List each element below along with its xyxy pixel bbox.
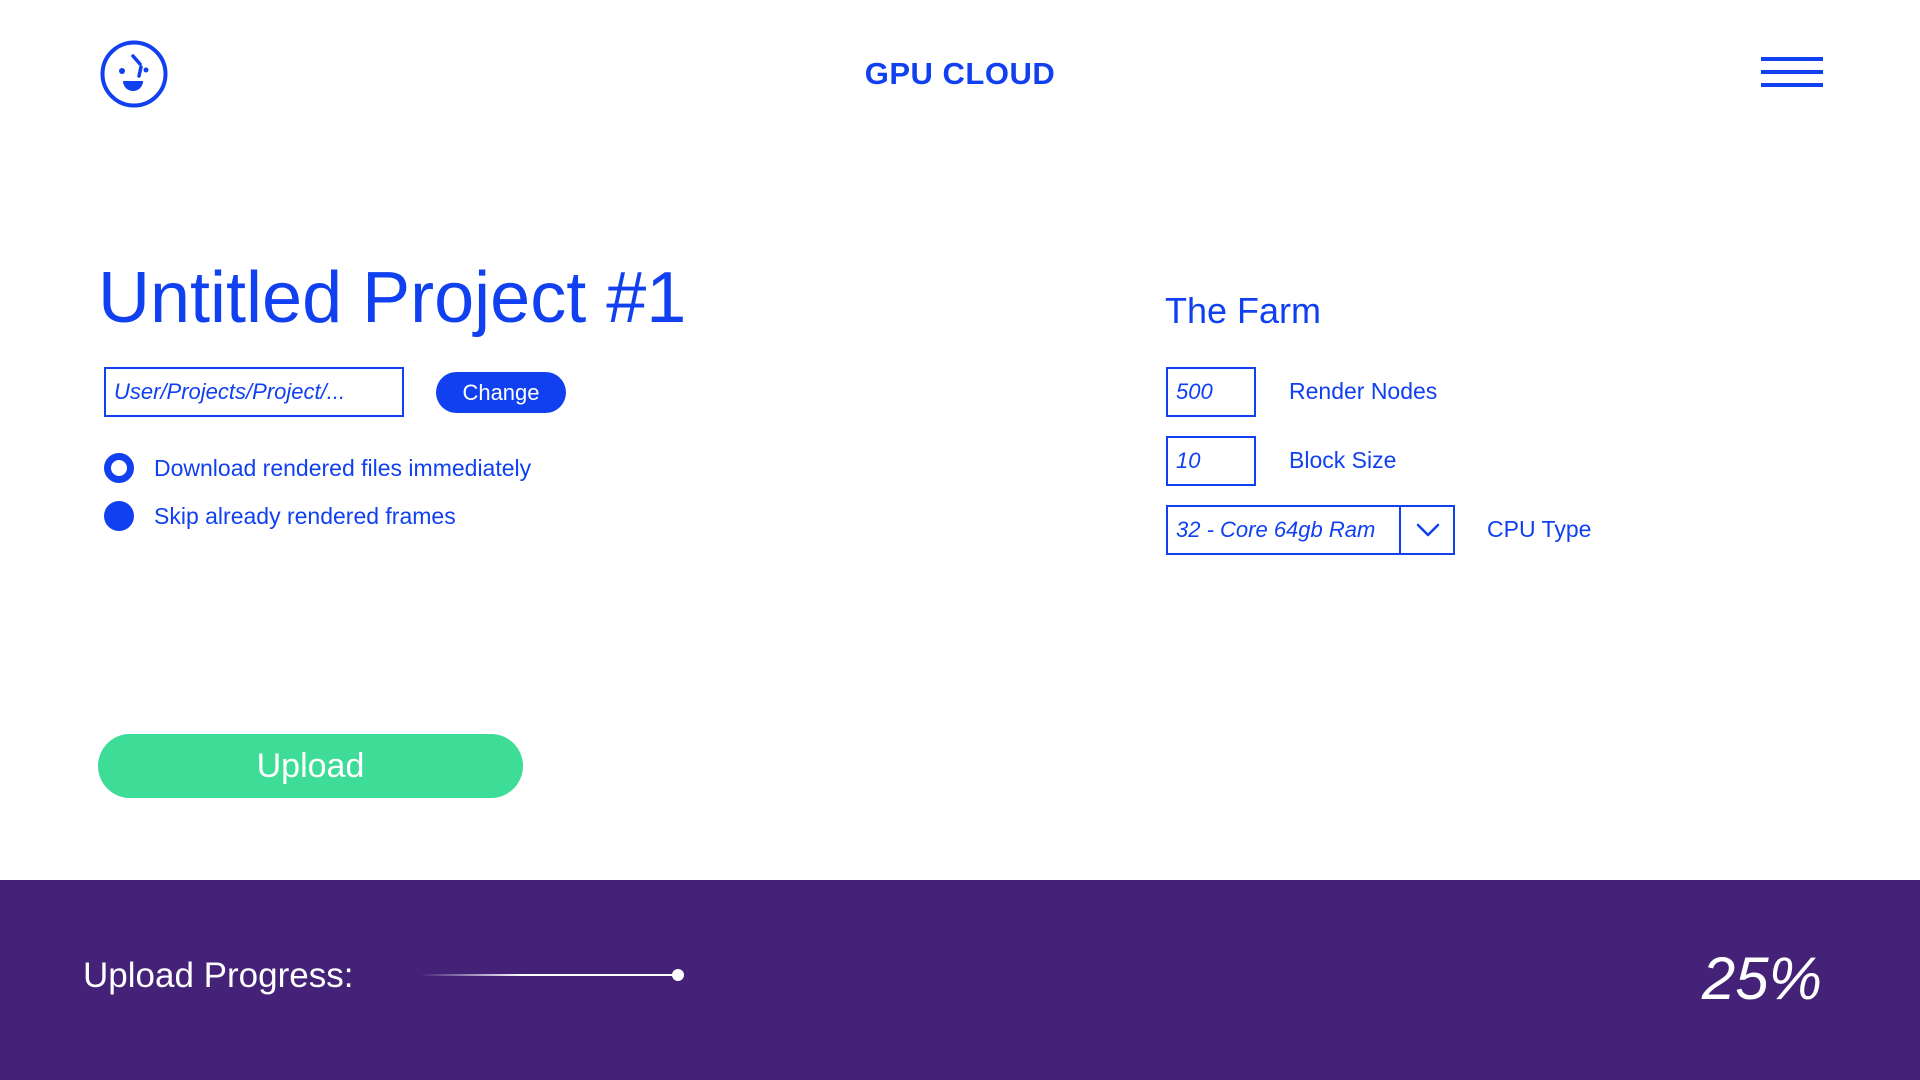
option-skip-rendered[interactable]: Skip already rendered frames (104, 500, 456, 532)
farm-section-title: The Farm (1165, 290, 1322, 331)
radio-filled-icon[interactable] (104, 501, 134, 531)
block-size-label: Block Size (1289, 447, 1397, 473)
progress-knob (672, 969, 684, 981)
project-path-input[interactable] (104, 367, 404, 417)
cpu-type-label: CPU Type (1487, 516, 1592, 542)
upload-progress-bar: Upload Progress: 25% (0, 880, 1920, 1080)
render-nodes-input[interactable] (1166, 367, 1256, 417)
progress-fill (420, 974, 678, 976)
brand-title: GPU CLOUD (864, 56, 1056, 91)
dropdown-toggle[interactable] (1399, 507, 1453, 553)
option-label: Skip already rendered frames (154, 502, 456, 529)
progress-percent: 25% (1701, 945, 1822, 1012)
cpu-type-select[interactable]: 32 - Core 64gb Ram (1166, 505, 1455, 555)
radio-ring-icon[interactable] (104, 453, 134, 483)
chevron-down-icon (1416, 523, 1440, 537)
cpu-type-value: 32 - Core 64gb Ram (1176, 517, 1376, 542)
upload-button[interactable]: Upload (98, 734, 523, 798)
hamburger-menu-icon[interactable] (1761, 57, 1823, 91)
change-path-button[interactable]: Change (436, 372, 566, 413)
progress-track (420, 968, 684, 982)
progress-label: Upload Progress: (83, 956, 354, 995)
option-download-immediately[interactable]: Download rendered files immediately (104, 452, 531, 484)
render-nodes-label: Render Nodes (1289, 378, 1438, 404)
app-header: GPU CLOUD (0, 0, 1920, 150)
project-title: Untitled Project #1 (98, 258, 687, 338)
option-label: Download rendered files immediately (154, 454, 532, 481)
block-size-input[interactable] (1166, 436, 1256, 486)
